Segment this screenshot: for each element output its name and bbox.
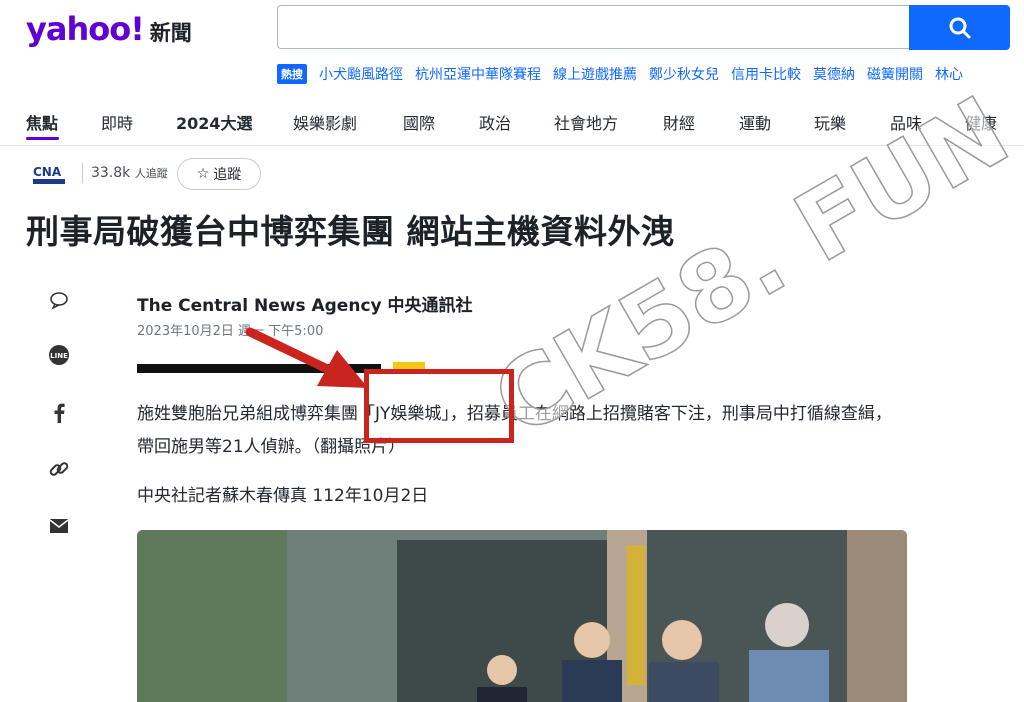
main-nav: 焦點 即時 2024大選 娛樂影劇 國際 政治 社會地方 財經 運動 玩樂 品味… (0, 98, 1024, 146)
trending-link[interactable]: 小犬颱風路徑 (319, 64, 403, 84)
cna-logo-text: CNA (33, 165, 62, 179)
link-icon[interactable] (48, 458, 70, 480)
trending-badge: 熱搜 (277, 64, 307, 84)
nav-item-finance[interactable]: 財經 (663, 110, 695, 134)
nav-item-health[interactable]: 健康 (965, 110, 997, 134)
ad-placeholder-bar (137, 364, 381, 373)
article-headline: 刑事局破獲台中博弈集團 網站主機資料外洩 (26, 212, 675, 251)
trending-link[interactable]: 磁簧開關 (867, 64, 923, 84)
logo-section-text: 新聞 (149, 21, 192, 45)
search-input[interactable] (277, 5, 909, 49)
nav-item-entertainment[interactable]: 娛樂影劇 (293, 110, 357, 134)
nav-item-politics[interactable]: 政治 (479, 110, 511, 134)
search-button[interactable] (909, 5, 1010, 50)
followers-number: 33.8k (91, 165, 131, 181)
article-paragraph: 施姓雙胞胎兄弟組成博弈集團「JY娛樂城」，招募員工在網路上招攬賭客下注，刑事局中… (137, 404, 892, 457)
article-date: 2023年10月2日 週一 下午5:00 (137, 324, 324, 339)
followers-unit: 人追蹤 (134, 167, 168, 180)
facebook-icon[interactable] (48, 402, 70, 424)
trending-bar: 熱搜 小犬颱風路徑 杭州亞運中華隊賽程 線上遊戲推薦 鄭少秋女兒 信用卡比較 莫… (277, 64, 1024, 84)
yahoo-news-logo[interactable]: yahoo! 新聞 (26, 10, 192, 48)
cna-logo[interactable]: CNA (32, 162, 66, 186)
nav-item-focus[interactable]: 焦點 (26, 110, 58, 134)
line-icon-label: LINE (50, 352, 68, 360)
trending-link[interactable]: 信用卡比較 (731, 64, 801, 84)
trending-link[interactable]: 鄭少秋女兒 (649, 64, 719, 84)
trending-link[interactable]: 杭州亞運中華隊賽程 (415, 64, 541, 84)
nav-active-indicator (26, 137, 59, 140)
trending-link[interactable]: 莫德納 (813, 64, 855, 84)
trending-link[interactable]: 線上遊戲推薦 (553, 64, 637, 84)
photo-scene (137, 530, 907, 702)
nav-item-society[interactable]: 社會地方 (554, 110, 618, 134)
search-icon (949, 17, 970, 38)
source-divider (82, 163, 83, 183)
follow-label: 追蹤 (213, 167, 242, 183)
line-icon[interactable]: LINE (48, 344, 70, 366)
star-icon: ☆ (196, 166, 210, 182)
trending-link[interactable]: 林心 (935, 64, 963, 84)
logo-yahoo-text: yahoo! (26, 10, 145, 48)
mail-icon[interactable] (48, 515, 70, 537)
article-credit: 中央社記者蘇木春傳真 112年10月2日 (137, 486, 429, 506)
nav-item-election[interactable]: 2024大選 (176, 110, 253, 134)
nav-item-sports[interactable]: 運動 (739, 110, 771, 134)
nav-item-taste[interactable]: 品味 (890, 110, 922, 134)
article-provider[interactable]: The Central News Agency 中央通訊社 (137, 291, 473, 316)
nav-item-international[interactable]: 國際 (403, 110, 435, 134)
comment-icon[interactable] (48, 289, 70, 311)
nav-item-leisure[interactable]: 玩樂 (814, 110, 846, 134)
annotation-highlight-box (364, 369, 514, 443)
annotation-arrow (245, 327, 368, 388)
article-photo[interactable] (137, 530, 907, 702)
followers-count: 33.8k 人追蹤 (91, 165, 168, 181)
follow-button[interactable]: ☆ 追蹤 (177, 158, 261, 190)
nav-item-realtime[interactable]: 即時 (101, 110, 133, 134)
